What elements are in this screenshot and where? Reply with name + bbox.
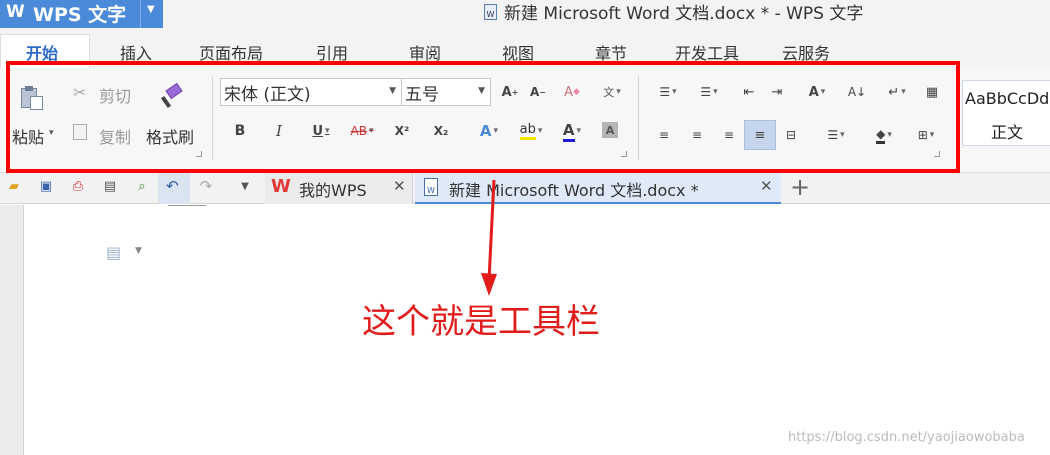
- doc-tab-my-wps[interactable]: W 我的WPS ✕: [265, 173, 413, 204]
- new-tab-plus-icon[interactable]: +: [790, 173, 810, 201]
- style-preview-text: AaBbCcDd: [965, 89, 1050, 108]
- paragraph-options-icon[interactable]: ▤: [106, 243, 121, 262]
- close-tab-icon[interactable]: ✕: [393, 177, 406, 195]
- style-gallery-item[interactable]: AaBbCcDd 正文: [962, 80, 1050, 146]
- print-preview-icon[interactable]: ⌕: [133, 177, 151, 195]
- undo-button[interactable]: ↶: [158, 173, 190, 204]
- app-menu-separator: [140, 0, 141, 28]
- style-name-label: 正文: [991, 123, 1024, 142]
- save-icon[interactable]: ▣: [37, 177, 55, 195]
- annotation-text: 这个就是工具栏: [362, 302, 600, 342]
- doc-tab-active[interactable]: W 新建 Microsoft Word 文档.docx * ✕: [415, 173, 781, 204]
- close-tab-icon[interactable]: ✕: [760, 177, 773, 195]
- watermark-text: https://blog.csdn.net/yaojiaowobaba: [788, 430, 1025, 445]
- paragraph-options-dropdown-icon[interactable]: ▼: [135, 246, 142, 256]
- word-document-icon: W: [424, 178, 438, 196]
- customize-quick-access-icon[interactable]: ▼: [236, 177, 254, 195]
- app-menu-dropdown-icon[interactable]: ▼: [147, 4, 155, 15]
- app-name: WPS 文字: [33, 4, 127, 26]
- undo-icon: ↶: [166, 177, 179, 195]
- wps-brand-icon: W: [271, 176, 291, 197]
- open-folder-icon[interactable]: ▰: [5, 177, 23, 195]
- wps-logo-icon: W: [6, 2, 25, 22]
- print-icon[interactable]: ▤: [101, 177, 119, 195]
- redo-icon[interactable]: ↷: [197, 177, 215, 195]
- document-left-margin: [0, 205, 24, 455]
- annotation-arrow: [481, 179, 497, 296]
- page-corner-mark: [168, 205, 206, 211]
- app-menu-button[interactable]: W WPS 文字 ▼: [0, 0, 163, 28]
- doc-tab-label: 我的WPS: [299, 181, 367, 200]
- toolbar-highlight-box: [6, 61, 960, 173]
- document-file-icon: W: [484, 4, 497, 20]
- window-title: 新建 Microsoft Word 文档.docx * - WPS 文字: [504, 4, 864, 24]
- export-pdf-icon[interactable]: ⎙: [69, 177, 87, 195]
